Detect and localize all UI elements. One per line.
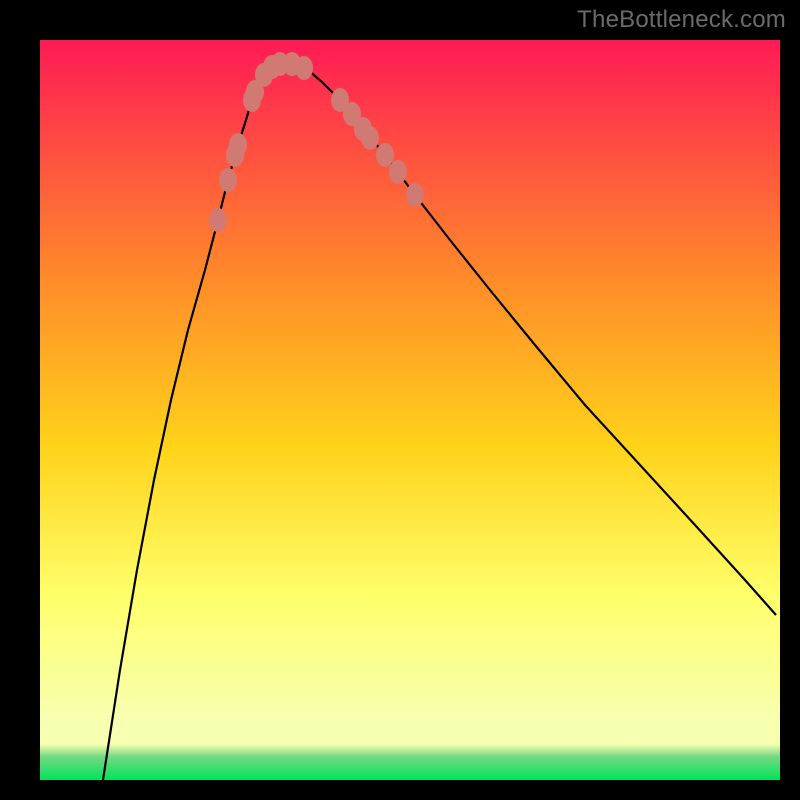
data-marker [376, 143, 394, 167]
plot-area [40, 40, 780, 780]
data-marker [406, 183, 424, 207]
curve-layer [40, 40, 780, 780]
watermark-text: TheBottleneck.com [577, 6, 786, 34]
data-marker [219, 168, 237, 192]
data-marker [229, 133, 247, 157]
bottleneck-curve [103, 64, 776, 780]
data-marker [209, 208, 227, 232]
chart-frame: TheBottleneck.com [0, 0, 800, 800]
data-marker [295, 56, 313, 80]
data-marker [361, 126, 379, 150]
data-marker [389, 160, 407, 184]
marker-group [209, 52, 424, 232]
